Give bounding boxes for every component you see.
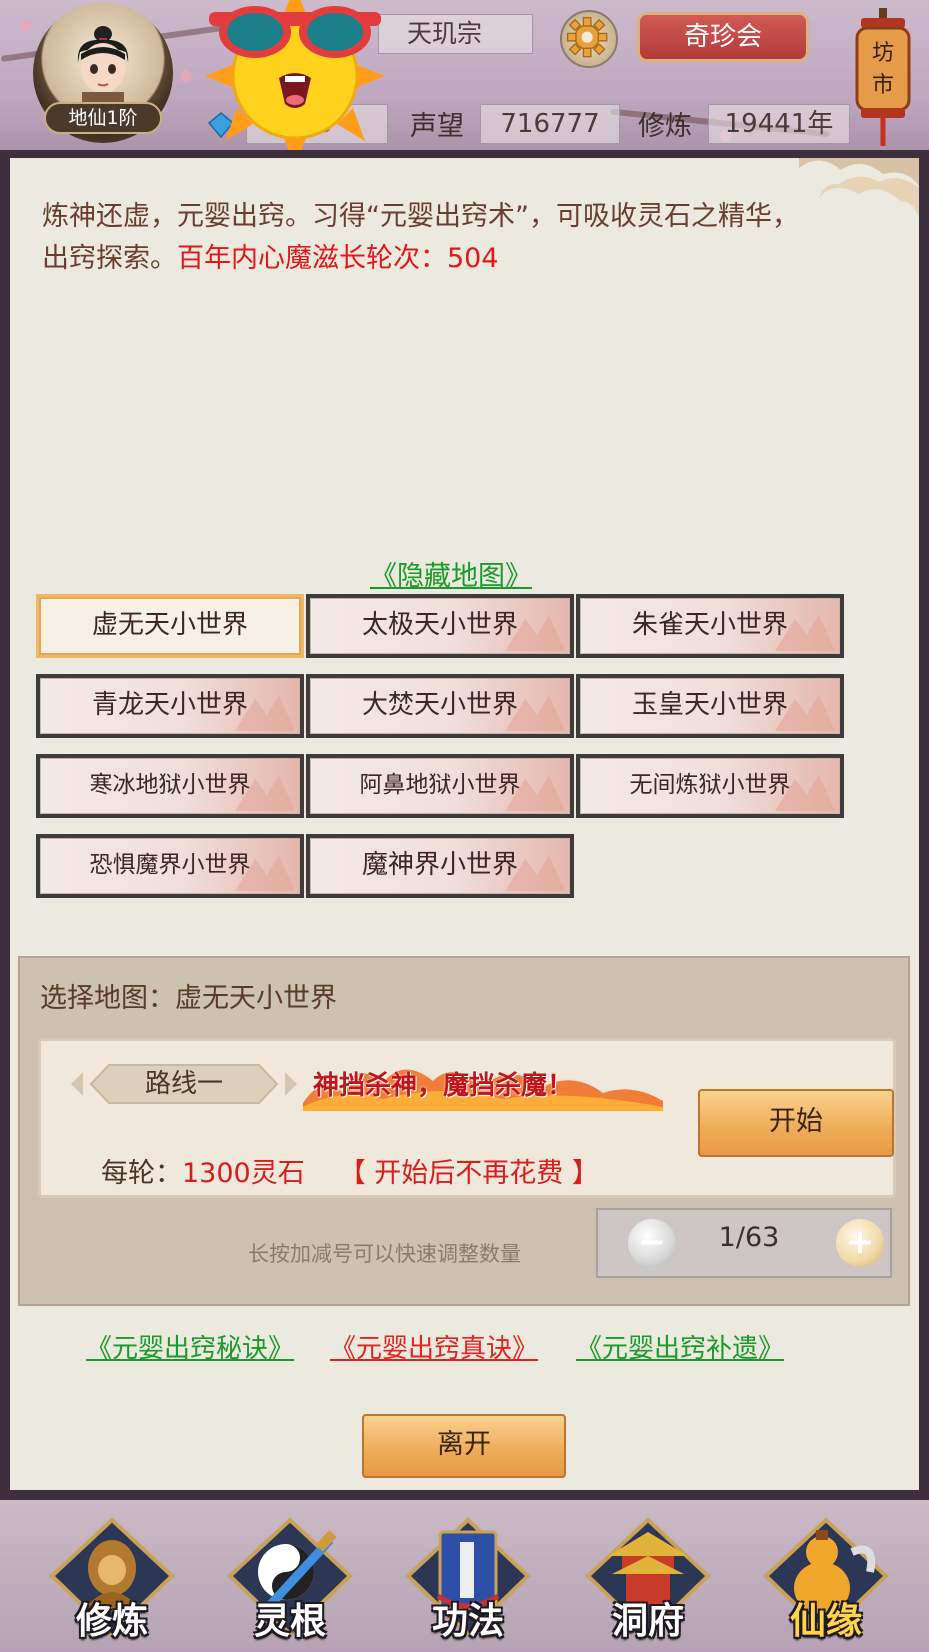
minus-button[interactable]: −: [628, 1219, 676, 1267]
map-button-xuwu[interactable]: 虚无天小世界: [36, 594, 304, 658]
rank-badge: 地仙1阶: [44, 102, 162, 134]
map-button-label: 太极天小世界: [361, 610, 518, 640]
true-method-link[interactable]: 《元婴出窍真诀》: [330, 1328, 538, 1365]
hidden-map-link[interactable]: 《隐藏地图》: [370, 554, 532, 593]
leave-button[interactable]: 离开: [362, 1414, 566, 1478]
realm-description: 炼神还虚，元婴出窍。习得“元婴出窍术”，可吸收灵石之精华，出窍探索。百年内心魔滋…: [42, 196, 822, 280]
route-card: 路线一 神挡杀神，魔挡杀魔！ 开始 每轮：1300灵石 【 开始后不再花费 】: [38, 1038, 896, 1198]
map-button-label: 虚无天小世界: [39, 597, 301, 655]
map-button-moshen[interactable]: 魔神界小世界: [306, 834, 574, 898]
nav-cultivate[interactable]: 修炼: [42, 1512, 182, 1650]
mountain-icon: [775, 695, 835, 731]
slogan-banner: 神挡杀神，魔挡杀魔！: [303, 1053, 663, 1111]
demon-rounds-text: 百年内心魔滋长轮次：504: [177, 243, 499, 274]
sect-name: 天玑宗: [378, 14, 533, 54]
market-lantern-icon[interactable]: 坊 市: [851, 8, 915, 148]
avatar-portrait-icon: [77, 26, 129, 110]
map-button-yuhuang[interactable]: 玉皇天小世界: [576, 674, 844, 738]
plus-button[interactable]: +: [836, 1219, 884, 1267]
secret-method-link[interactable]: 《元婴出窍秘诀》: [86, 1328, 294, 1365]
panel-body: 炼神还虚，元婴出窍。习得“元婴出窍术”，可吸收灵石之精华，出窍探索。百年内心魔滋…: [10, 158, 919, 1490]
mountain-icon: [775, 775, 835, 811]
map-button-qinglong[interactable]: 青龙天小世界: [36, 674, 304, 738]
selection-area: 选择地图：虚无天小世界 路线一 神挡杀神，魔挡杀魔！ 开始 每轮：1300灵石 …: [18, 956, 910, 1306]
map-button-dafen[interactable]: 大焚天小世界: [306, 674, 574, 738]
plus-icon: +: [845, 1222, 875, 1262]
mountain-icon: [235, 695, 295, 731]
mountain-icon: [505, 695, 565, 731]
quantity-stepper: − 1/63 +: [596, 1208, 892, 1278]
mountain-icon: [505, 615, 565, 651]
top-bar: 地仙1阶 29 天玑宗 奇珍会 坊 市: [0, 0, 929, 160]
map-button-taiji[interactable]: 太极天小世界: [306, 594, 574, 658]
lantern-char: 坊: [872, 41, 894, 66]
supplement-method-link[interactable]: 《元婴出窍补遗》: [576, 1328, 784, 1365]
route-name: 路线一: [144, 1069, 223, 1099]
settings-button[interactable]: [560, 10, 618, 68]
map-button-abi[interactable]: 阿鼻地狱小世界: [306, 754, 574, 818]
cultivation-panel: 炼神还虚，元婴出窍。习得“元婴出窍术”，可吸收灵石之精华，出窍探索。百年内心魔滋…: [0, 150, 929, 1500]
mountain-icon: [505, 775, 565, 811]
reputation-value: 716777: [480, 104, 620, 144]
nav-technique[interactable]: 功法: [398, 1512, 538, 1650]
stepper-value: 1/63: [718, 1222, 780, 1253]
nav-label: 修炼: [75, 1601, 148, 1642]
stepper-hint: 长按加减号可以快速调整数量: [248, 1242, 521, 1266]
lantern-char: 市: [872, 73, 894, 98]
map-button-wujian[interactable]: 无间炼狱小世界: [576, 754, 844, 818]
nav-fate[interactable]: 仙缘: [756, 1512, 896, 1650]
mountain-icon: [775, 615, 835, 651]
nav-label: 洞府: [611, 1601, 684, 1642]
map-button-zhuque[interactable]: 朱雀天小世界: [576, 594, 844, 658]
nav-label: 仙缘: [789, 1601, 862, 1642]
gear-icon: [566, 16, 608, 58]
map-button-label: 大焚天小世界: [361, 690, 518, 720]
nav-cave-dwelling[interactable]: 洞府: [578, 1512, 718, 1650]
nav-label: 功法: [431, 1601, 504, 1642]
cost-value: 1300灵石: [182, 1158, 305, 1189]
map-button-label: 寒冰地狱小世界: [89, 772, 251, 798]
map-button-label: 朱雀天小世界: [631, 610, 788, 640]
bottom-nav: 修炼 灵根 功法 洞府 仙缘: [0, 1500, 929, 1652]
cultivation-label: 修炼: [638, 111, 692, 142]
nav-label: 灵根: [253, 1601, 326, 1642]
map-button-kongju[interactable]: 恐惧魔界小世界: [36, 834, 304, 898]
cost-prefix: 每轮：: [101, 1158, 182, 1189]
map-button-hanbing[interactable]: 寒冰地狱小世界: [36, 754, 304, 818]
rare-treasure-meeting-button[interactable]: 奇珍会: [637, 12, 809, 62]
sun-sticker-icon: [205, 0, 385, 160]
blossom-decoration: [180, 70, 192, 82]
selected-map-label: 选择地图：虚无天小世界: [40, 983, 337, 1014]
slogan-text: 神挡杀神，魔挡杀魔！: [313, 1071, 574, 1101]
blossom-decoration: [20, 20, 32, 32]
map-button-label: 恐惧魔界小世界: [89, 852, 251, 878]
map-button-label: 魔神界小世界: [361, 850, 518, 880]
mountain-icon: [235, 855, 295, 891]
minus-icon: −: [637, 1222, 667, 1262]
start-button[interactable]: 开始: [698, 1089, 894, 1157]
nav-spirit-root[interactable]: 灵根: [220, 1512, 360, 1650]
reputation-label: 声望: [410, 111, 464, 142]
mountain-icon: [235, 775, 295, 811]
map-button-label: 无间炼狱小世界: [629, 772, 791, 798]
mountain-icon: [505, 855, 565, 891]
map-button-label: 青龙天小世界: [91, 690, 248, 720]
cost-line: 每轮：1300灵石 【 开始后不再花费 】: [101, 1151, 599, 1190]
map-button-label: 阿鼻地狱小世界: [359, 772, 521, 798]
map-button-label: 玉皇天小世界: [631, 690, 788, 720]
cultivation-years: 19441年: [708, 104, 850, 144]
cost-note: 【 开始后不再花费 】: [338, 1158, 599, 1189]
